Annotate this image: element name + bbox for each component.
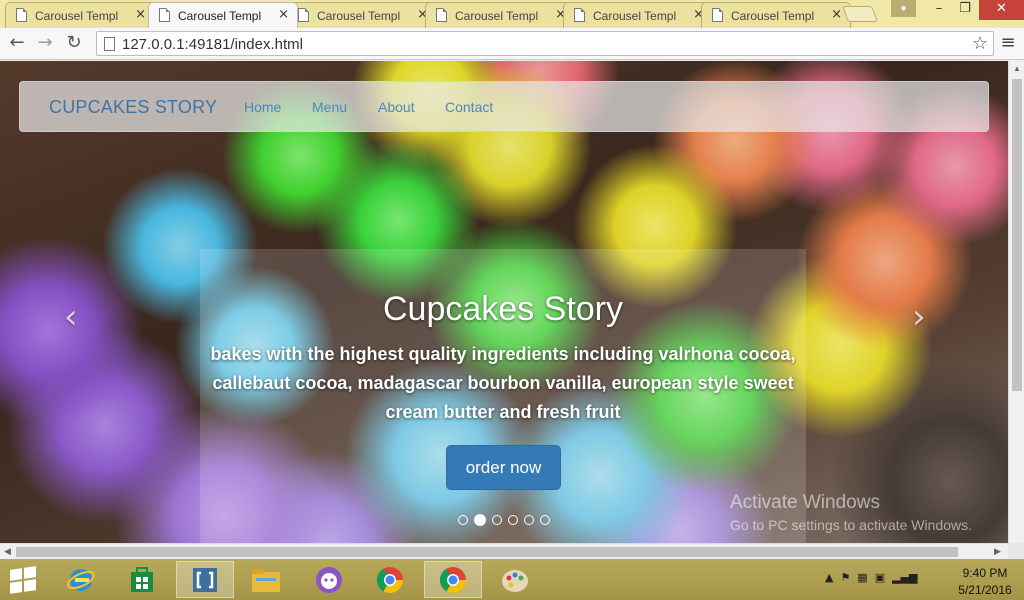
scroll-up-icon[interactable]: ▲ xyxy=(1013,64,1021,73)
windows-taskbar: ▲ ⚑ ▦ ▣ ▂▄▆ xyxy=(0,559,1024,600)
vertical-scrollbar[interactable]: ▲ xyxy=(1008,61,1024,543)
minimize-button[interactable]: – xyxy=(926,0,952,20)
chevron-left-icon[interactable]: ‹ xyxy=(64,297,78,337)
nav-link-menu[interactable]: Menu xyxy=(312,99,347,115)
page-icon xyxy=(16,8,27,22)
scroll-right-icon[interactable]: ▶ xyxy=(994,546,1001,557)
chevron-right-icon[interactable]: › xyxy=(912,297,926,337)
page-icon xyxy=(159,8,170,22)
page-icon xyxy=(104,37,115,51)
browser-toolbar: ← → ↻ 127.0.0.1:49181/index.html ☆ ≡ xyxy=(0,28,1024,60)
page-viewport: CUPCAKES STORY Home Menu About Contact ‹… xyxy=(0,61,1008,543)
nav-link-about[interactable]: About xyxy=(378,99,415,115)
tab-title: Carousel Templ xyxy=(731,9,815,23)
page-icon xyxy=(712,8,723,22)
tab-1[interactable]: Carousel Templ × xyxy=(5,2,155,28)
order-now-button[interactable]: order now xyxy=(446,445,561,490)
clock-time[interactable]: 9:40 PM xyxy=(955,566,1015,580)
back-arrow-icon[interactable]: ← xyxy=(5,32,29,54)
system-tray[interactable]: ▲ ⚑ ▦ ▣ ▂▄▆ xyxy=(825,571,917,584)
carousel-indicators xyxy=(458,514,558,528)
carousel-caption: Cupcakes Story bakes with the highest qu… xyxy=(200,249,806,543)
reload-icon[interactable]: ↻ xyxy=(62,32,86,54)
clock-date[interactable]: 5/21/2016 xyxy=(950,583,1020,597)
activate-windows-subtitle: Go to PC settings to activate Windows. xyxy=(730,517,972,533)
activate-windows-title: Activate Windows xyxy=(730,492,880,513)
carousel-indicator-6[interactable] xyxy=(540,515,550,525)
github-icon[interactable] xyxy=(300,561,358,598)
brackets-icon[interactable] xyxy=(176,561,234,598)
address-bar[interactable]: 127.0.0.1:49181/index.html ☆ xyxy=(96,31,994,56)
page-icon xyxy=(298,8,309,22)
tab-title: Carousel Templ xyxy=(317,9,401,23)
new-tab-button[interactable] xyxy=(842,6,878,22)
windows-store-icon[interactable] xyxy=(113,561,171,598)
tab-title: Carousel Templ xyxy=(178,9,262,23)
file-explorer-icon[interactable] xyxy=(237,561,295,598)
scroll-corner xyxy=(1008,543,1024,559)
internet-explorer-icon[interactable] xyxy=(52,561,110,598)
start-icon[interactable] xyxy=(10,566,38,594)
forward-arrow-icon[interactable]: → xyxy=(33,32,57,54)
chrome-icon[interactable] xyxy=(361,561,419,598)
browser-tabstrip: Carousel Templ × Carousel Templ × Carous… xyxy=(0,0,1024,28)
bookmark-star-icon[interactable]: ☆ xyxy=(972,33,988,54)
horizontal-scroll-thumb[interactable] xyxy=(16,547,958,557)
tab-title: Carousel Templ xyxy=(35,9,119,23)
carousel-indicator-5[interactable] xyxy=(524,515,534,525)
horizontal-scrollbar[interactable]: ◀ ▶ xyxy=(0,543,1008,559)
close-icon[interactable]: × xyxy=(831,7,842,22)
page-icon xyxy=(574,8,585,22)
url-text[interactable]: 127.0.0.1:49181/index.html xyxy=(122,36,303,53)
maximize-button[interactable]: ❐ xyxy=(952,0,978,20)
close-icon[interactable]: × xyxy=(135,7,146,22)
page-icon xyxy=(436,8,447,22)
scroll-left-icon[interactable]: ◀ xyxy=(4,546,11,557)
carousel-indicator-1[interactable] xyxy=(458,515,468,525)
vertical-scroll-thumb[interactable] xyxy=(1012,79,1022,391)
tab-title: Carousel Templ xyxy=(455,9,539,23)
tab-3[interactable]: Carousel Templ × xyxy=(287,2,437,28)
chrome-active-icon[interactable] xyxy=(424,561,482,598)
tab-title: Carousel Templ xyxy=(593,9,677,23)
caption-title: Cupcakes Story xyxy=(383,290,623,328)
paint-icon[interactable] xyxy=(486,561,544,598)
caption-text: bakes with the highest quality ingredien… xyxy=(210,344,796,422)
tab-2[interactable]: Carousel Templ × xyxy=(148,2,298,28)
carousel-indicator-3[interactable] xyxy=(492,515,502,525)
nav-link-contact[interactable]: Contact xyxy=(445,99,493,115)
tab-6[interactable]: Carousel Templ × xyxy=(701,2,851,28)
navbar-brand[interactable]: CUPCAKES STORY xyxy=(49,97,217,118)
site-navbar: CUPCAKES STORY Home Menu About Contact xyxy=(19,81,989,132)
nav-link-home[interactable]: Home xyxy=(244,99,281,115)
user-profile-icon[interactable]: ● xyxy=(891,0,916,17)
chrome-menu-icon[interactable]: ≡ xyxy=(998,33,1018,53)
tab-4[interactable]: Carousel Templ × xyxy=(425,2,575,28)
carousel-indicator-4[interactable] xyxy=(508,515,518,525)
window-close-button[interactable]: ✕ xyxy=(979,0,1024,20)
close-icon[interactable]: × xyxy=(278,7,289,22)
carousel-indicator-2[interactable] xyxy=(474,514,486,526)
tab-5[interactable]: Carousel Templ × xyxy=(563,2,713,28)
